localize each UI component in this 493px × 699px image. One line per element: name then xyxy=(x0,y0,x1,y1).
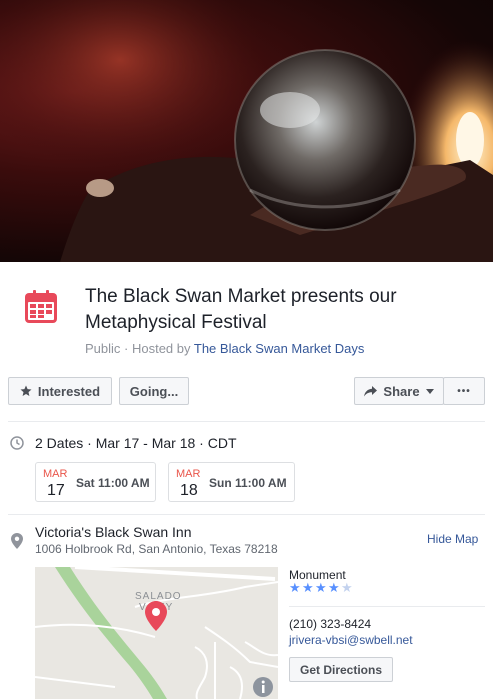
venue-email[interactable]: jrivera-vbsi@swbell.net xyxy=(289,633,413,647)
interested-button[interactable]: Interested xyxy=(8,377,112,405)
divider xyxy=(8,421,485,422)
venue-map[interactable]: SALADO V EY xyxy=(35,567,278,699)
star-icon: ★ xyxy=(328,580,340,595)
going-label: Going... xyxy=(129,383,179,399)
more-options-icon: ••• xyxy=(457,385,471,397)
dates-summary: 2 Dates · Mar 17 - Mar 18 · CDT xyxy=(35,435,237,451)
divider xyxy=(289,606,485,607)
divider xyxy=(8,514,485,515)
privacy-label: Public xyxy=(85,341,121,356)
date-time: Sun 11:00 AM xyxy=(209,476,287,490)
chevron-down-icon xyxy=(425,388,434,394)
hide-map-link[interactable]: Hide Map xyxy=(427,532,478,546)
event-title: The Black Swan Market presents our Metap… xyxy=(85,286,397,333)
star-icon xyxy=(20,385,32,396)
host-link[interactable]: The Black Swan Market Days xyxy=(194,341,365,356)
date-card[interactable]: MAR 17 Sat 11:00 AM xyxy=(35,462,156,502)
star-icon: ★ xyxy=(289,580,301,595)
share-button[interactable]: Share xyxy=(354,377,444,405)
date-time: Sat 11:00 AM xyxy=(76,476,150,490)
star-icon: ★ xyxy=(315,580,327,595)
share-arrow-icon xyxy=(364,385,378,396)
going-button[interactable]: Going... xyxy=(119,377,189,405)
event-host-line: Public · Hosted by The Black Swan Market… xyxy=(85,341,364,356)
venue-phone[interactable]: (210) 323-8424 xyxy=(289,617,371,631)
venue-rating: ★ ★ ★ ★ ★ xyxy=(289,580,353,595)
crystal-ball-image xyxy=(0,0,493,262)
interested-label: Interested xyxy=(37,383,101,399)
hosted-by-prefix: · Hosted by xyxy=(120,341,194,356)
cover-photo xyxy=(0,0,493,262)
star-half-icon: ★ xyxy=(341,580,353,595)
get-directions-button[interactable]: Get Directions xyxy=(289,657,393,682)
date-card[interactable]: MAR 18 Sun 11:00 AM xyxy=(168,462,295,502)
calendar-icon xyxy=(25,290,57,323)
date-day: 17 xyxy=(47,482,65,499)
venue-name[interactable]: Victoria's Black Swan Inn xyxy=(35,524,192,540)
star-icon: ★ xyxy=(302,580,314,595)
more-options-button[interactable]: ••• xyxy=(443,377,485,405)
date-month: MAR xyxy=(176,468,201,480)
location-pin-icon xyxy=(11,533,23,549)
map-canvas xyxy=(35,567,278,699)
map-pin-icon[interactable] xyxy=(145,601,167,631)
venue-address: 1006 Holbrook Rd, San Antonio, Texas 782… xyxy=(35,542,278,556)
date-month: MAR xyxy=(43,468,68,480)
clock-icon xyxy=(10,436,24,450)
share-label: Share xyxy=(383,383,420,399)
info-icon[interactable] xyxy=(253,677,273,697)
date-day: 18 xyxy=(180,482,198,499)
